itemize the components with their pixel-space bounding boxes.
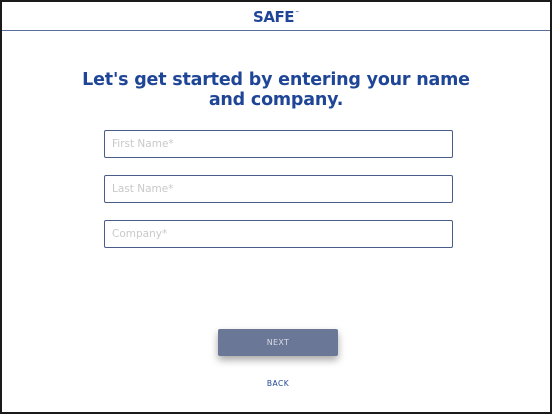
first-name-field[interactable] [104, 130, 453, 158]
last-name-field[interactable] [104, 175, 453, 203]
back-link[interactable]: BACK [238, 378, 318, 390]
app-screen: SAFE ™ Let's get started by entering you… [0, 0, 552, 414]
trademark-mark: ™ [294, 9, 299, 15]
header-bar: SAFE ™ [2, 2, 550, 31]
next-button[interactable]: NEXT [218, 329, 338, 356]
logo-text: SAFE [253, 7, 294, 26]
company-field[interactable] [104, 220, 453, 248]
safe-logo: SAFE ™ [253, 7, 299, 26]
page-title: Let's get started by entering your name … [82, 70, 470, 110]
